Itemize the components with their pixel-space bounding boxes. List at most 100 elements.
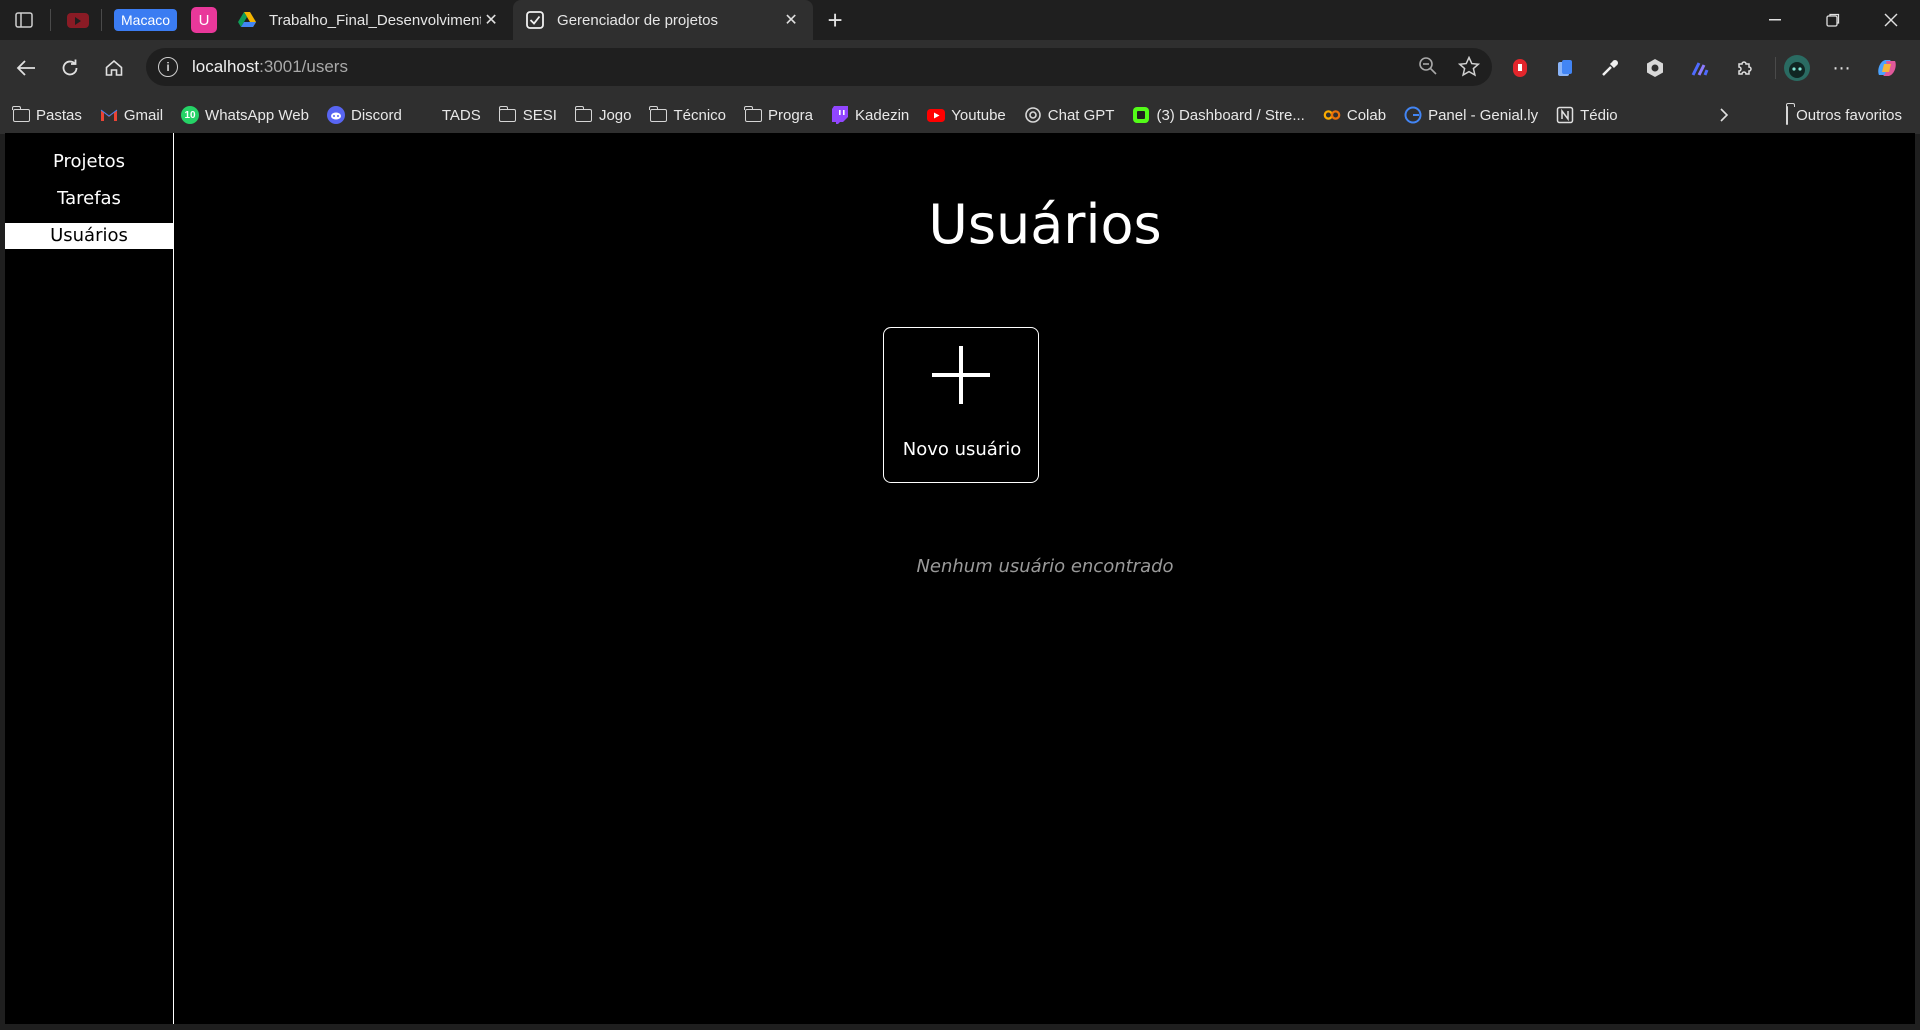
close-tab-icon[interactable]: ✕ — [481, 10, 501, 30]
new-tab-button[interactable]: + — [817, 2, 853, 38]
site-info-icon[interactable]: i — [158, 57, 178, 77]
bookmark-label: Kadezin — [855, 106, 910, 124]
home-button[interactable] — [94, 48, 134, 88]
pinned-tab-youtube[interactable] — [67, 6, 89, 34]
tab-actions-icon[interactable] — [12, 8, 36, 32]
folder-icon — [744, 105, 762, 124]
translate-extension-icon[interactable] — [1550, 53, 1580, 83]
bookmark-colab[interactable]: Colab — [1323, 101, 1386, 129]
bookmark-tads[interactable]: TADS — [442, 101, 481, 129]
main-content: Usuários Novo usuário Nenhum usuário enc… — [175, 133, 1915, 1024]
divider — [1775, 57, 1776, 79]
bookmark-youtube[interactable]: Youtube — [927, 101, 1006, 129]
folder-icon — [649, 105, 667, 124]
new-user-button[interactable]: Novo usuário — [883, 327, 1039, 483]
folder-icon — [12, 105, 30, 124]
bookmark-whatsapp[interactable]: 10 WhatsApp Web — [181, 101, 309, 129]
extensions-row: ⋯ — [1505, 48, 1917, 88]
bookmark-label: Técnico — [673, 106, 726, 124]
more-bookmarks-chevron-icon[interactable] — [1710, 101, 1738, 129]
bookmark-genially[interactable]: Panel - Genial.ly — [1404, 101, 1538, 129]
address-bar[interactable]: i localhost:3001/users — [146, 48, 1492, 86]
bookmark-label: TADS — [441, 106, 481, 124]
tab-trabalho-final[interactable]: Trabalho_Final_Desenvolvimento_ ✕ — [225, 0, 513, 40]
back-button[interactable] — [6, 48, 46, 88]
bookmark-label: Outros favoritos — [1796, 106, 1902, 124]
folder-icon — [498, 105, 517, 124]
tab-group-label: Macaco — [114, 9, 178, 31]
bookmark-label: SESI — [522, 106, 557, 124]
bookmark-kadezin[interactable]: Kadezin — [831, 101, 909, 129]
extensions-puzzle-icon[interactable] — [1730, 53, 1760, 83]
bookmark-label: (3) Dashboard / Stre... — [1156, 106, 1305, 124]
adblock-extension-icon[interactable] — [1505, 53, 1535, 83]
sidebar-item-projetos[interactable]: Projetos — [5, 149, 173, 175]
bookmark-label: WhatsApp Web — [205, 106, 309, 124]
bookmark-jogo[interactable]: Jogo — [574, 101, 632, 129]
reload-button[interactable] — [50, 48, 90, 88]
url-text[interactable]: localhost:3001/users — [192, 57, 348, 77]
bookmark-tedio[interactable]: Tédio — [1556, 101, 1618, 129]
favorite-star-icon[interactable] — [1457, 55, 1481, 82]
close-tab-icon[interactable]: ✕ — [781, 10, 801, 30]
eyedropper-extension-icon[interactable] — [1595, 53, 1625, 83]
gmail-icon — [100, 106, 118, 124]
close-window-button[interactable] — [1862, 0, 1920, 40]
browser-toolbar: i localhost:3001/users ⋯ — [0, 40, 1920, 96]
folder-icon — [574, 105, 593, 124]
bookmark-other-favorites[interactable]: Outros favoritos — [1786, 101, 1902, 129]
shield-extension-icon[interactable] — [1640, 53, 1670, 83]
u-app-icon: U — [191, 7, 218, 33]
new-user-label: Novo usuário — [902, 439, 1022, 460]
restore-button[interactable] — [1804, 0, 1862, 40]
bookmark-gmail[interactable]: Gmail — [100, 101, 163, 129]
tab-title: Trabalho_Final_Desenvolvimento_ — [269, 11, 482, 29]
plus-icon — [932, 346, 990, 404]
google-drive-icon — [237, 10, 257, 30]
discord-icon — [326, 106, 345, 124]
genially-icon — [1404, 106, 1422, 124]
page-title: Usuários — [928, 193, 1162, 256]
minimize-button[interactable] — [1746, 0, 1804, 40]
tab-group-chip[interactable]: Macaco — [114, 6, 178, 34]
pinned-tab-u[interactable]: U — [191, 6, 218, 34]
profile-avatar[interactable] — [1782, 53, 1812, 83]
bookmark-label: Pastas — [36, 106, 82, 124]
sidebar: Projetos Tarefas Usuários — [5, 133, 174, 1024]
window-controls — [1746, 0, 1920, 40]
tab-gerenciador[interactable]: Gerenciador de projetos ✕ — [513, 0, 814, 40]
bookmark-label: Jogo — [598, 106, 632, 124]
bookmark-label: Youtube — [951, 106, 1006, 124]
bookmark-tecnico[interactable]: Técnico — [649, 101, 726, 129]
youtube-icon — [927, 106, 946, 124]
bookmarks-bar: Pastas Gmail 10 WhatsApp Web Discord TAD… — [0, 96, 1920, 134]
bookmark-label: Discord — [350, 106, 402, 124]
bookmark-label: Colab — [1346, 106, 1387, 124]
dashboard-icon — [1132, 106, 1150, 124]
bookmark-label: Progra — [768, 106, 814, 124]
divider — [101, 9, 102, 31]
tab-title: Gerenciador de projetos — [557, 11, 718, 29]
page-viewport: Projetos Tarefas Usuários Usuários Novo … — [5, 133, 1915, 1024]
bookmark-pastas[interactable]: Pastas — [12, 101, 82, 129]
bookmark-label: Tédio — [1580, 106, 1618, 124]
bookmark-label: Gmail — [123, 106, 164, 124]
bookmark-chatgpt[interactable]: Chat GPT — [1024, 101, 1114, 129]
bookmark-dashboard[interactable]: (3) Dashboard / Stre... — [1132, 101, 1305, 129]
sidebar-item-usuarios[interactable]: Usuários — [5, 223, 173, 249]
bookmark-progra[interactable]: Progra — [744, 101, 813, 129]
sidebar-item-tarefas[interactable]: Tarefas — [5, 186, 173, 212]
openai-icon — [1024, 106, 1042, 124]
checkbox-icon — [525, 10, 545, 30]
bookmark-label: Panel - Genial.ly — [1428, 106, 1539, 124]
divider — [50, 9, 51, 31]
more-options-icon[interactable]: ⋯ — [1827, 53, 1857, 83]
copilot-icon[interactable] — [1872, 53, 1902, 83]
youtube-icon — [67, 12, 89, 28]
zoom-out-icon[interactable] — [1418, 56, 1438, 82]
analytics-extension-icon[interactable] — [1685, 53, 1715, 83]
bookmark-discord[interactable]: Discord — [326, 101, 402, 129]
folder-icon — [1786, 105, 1789, 125]
bookmark-sesi[interactable]: SESI — [498, 101, 557, 129]
browser-tab-strip: Macaco U Trabalho_Final_Desenvolvimento_… — [0, 0, 1920, 40]
